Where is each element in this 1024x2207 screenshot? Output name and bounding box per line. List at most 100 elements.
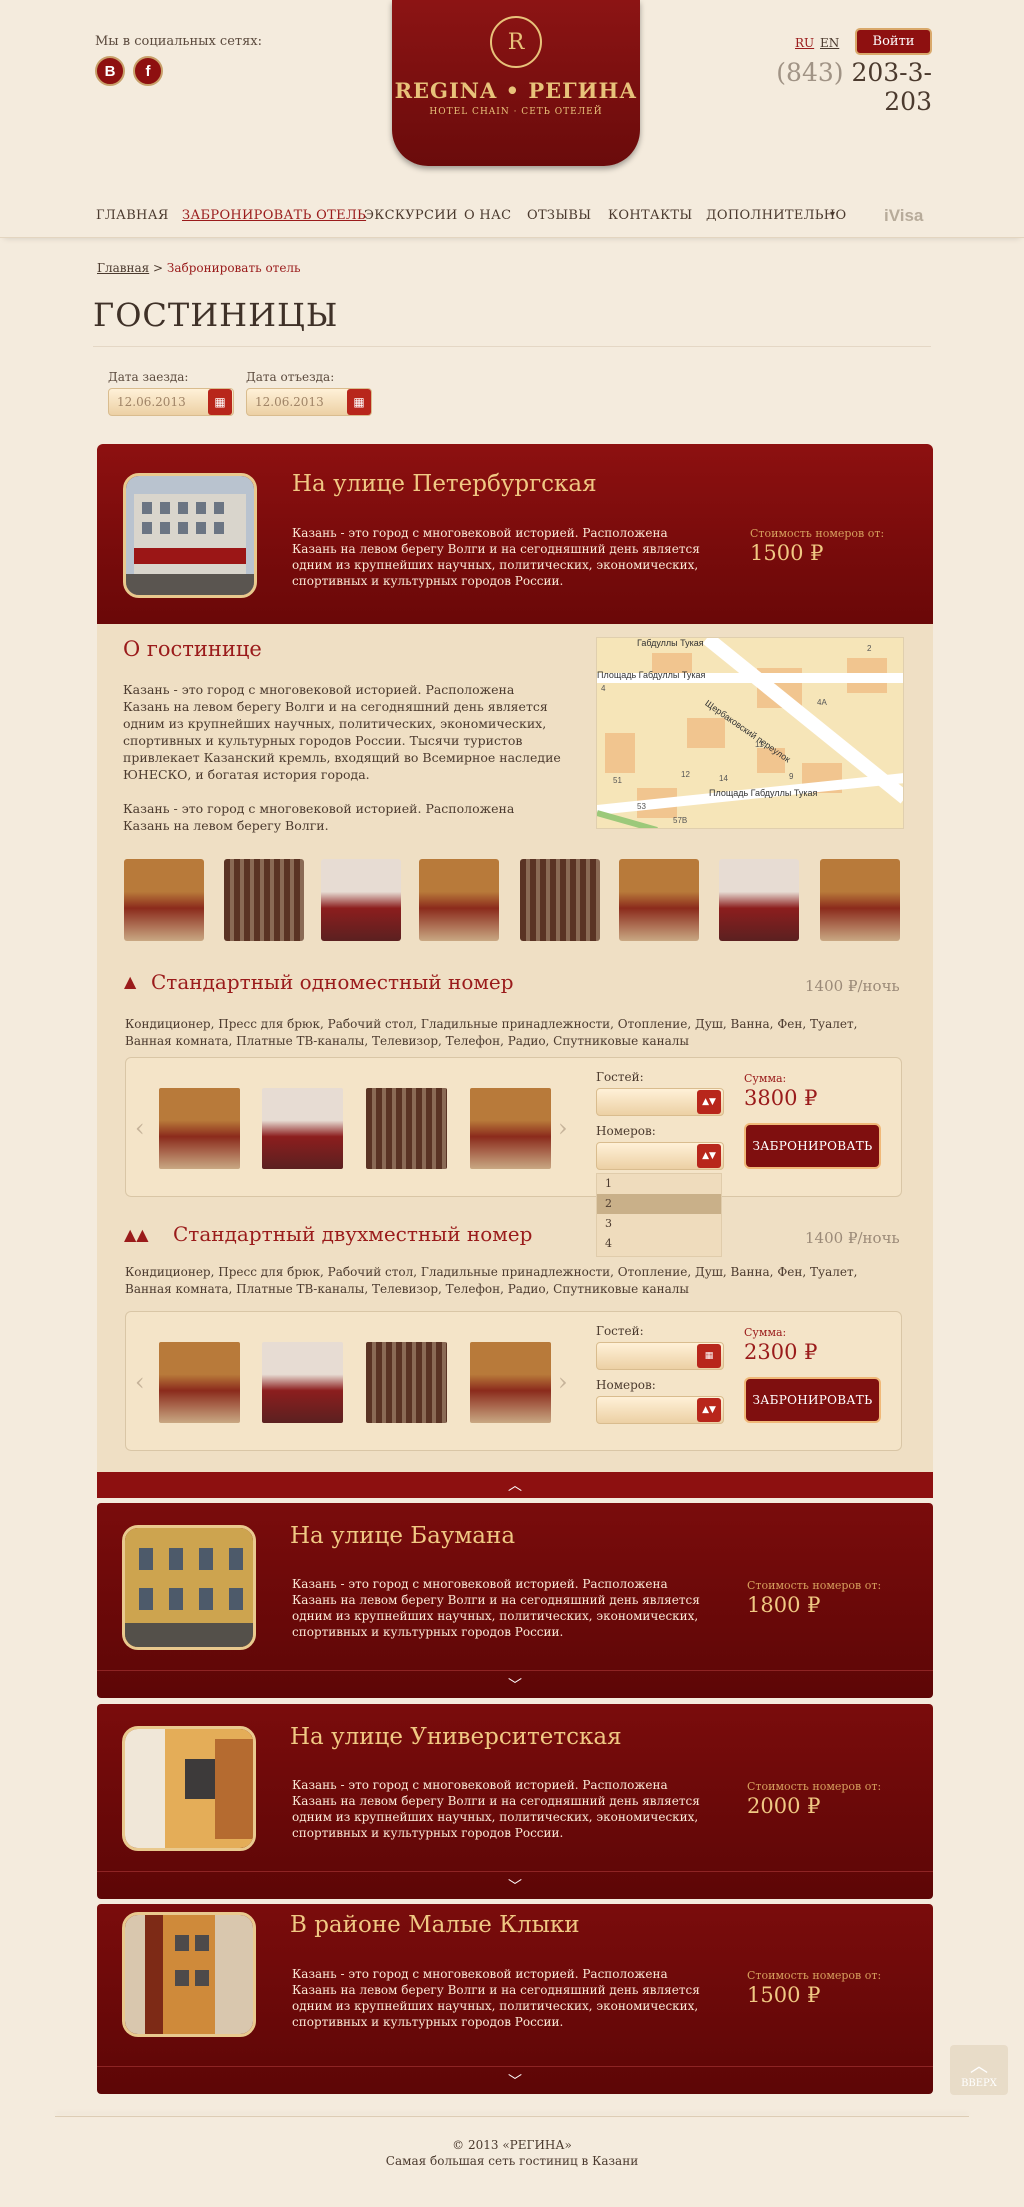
next-arrow-icon[interactable]: ›: [558, 1368, 568, 1396]
gallery-photo[interactable]: [321, 859, 401, 941]
nav-more[interactable]: ДОПОЛНИТЕЛЬНО: [706, 208, 846, 223]
nav-reviews[interactable]: ОТЗЫВЫ: [527, 208, 591, 223]
nav-contacts[interactable]: КОНТАКТЫ: [608, 208, 693, 223]
hotel-photo: [122, 1525, 256, 1650]
rooms-label: Номеров:: [596, 1378, 656, 1392]
map-label-square-top: Площадь Габдуллы Тукая: [597, 670, 706, 680]
chevron-up-icon: ︿: [970, 2055, 988, 2077]
phone: (843) 203-3-203: [750, 58, 932, 116]
chevron-down-icon: ﹀: [508, 1677, 522, 1694]
chevron-down-icon: ﹀: [508, 1878, 522, 1895]
collapse-button[interactable]: ︿: [97, 1472, 933, 1498]
room-title: Стандартный одноместный номер: [151, 970, 514, 994]
logo[interactable]: R REGINA • РЕГИНА HOTEL CHAIN · СЕТЬ ОТЕ…: [392, 0, 640, 166]
hotel-description: Казань - это город с многовековой истори…: [292, 526, 700, 588]
hotel-card[interactable]: В районе Малые Клыки Казань - это город …: [97, 1904, 933, 2094]
hotel-photo: [122, 1726, 256, 1851]
hotel-photo: [123, 473, 257, 598]
room-photo[interactable]: [470, 1088, 551, 1169]
about-title: О гостинице: [123, 637, 262, 661]
hotel-building-image: [125, 1915, 253, 2034]
hotel-price: 1500 ₽: [750, 541, 824, 565]
footer-divider: [55, 2116, 969, 2117]
gallery-photo[interactable]: [124, 859, 204, 941]
book-button[interactable]: ЗАБРОНИРОВАТЬ: [744, 1377, 881, 1423]
calendar-icon[interactable]: ▦: [697, 1344, 721, 1368]
hotel-name[interactable]: В районе Малые Клыки: [290, 1912, 580, 1938]
gallery-photo[interactable]: [224, 859, 304, 941]
vk-icon[interactable]: B: [95, 56, 125, 86]
breadcrumb-home[interactable]: Главная: [97, 261, 149, 275]
social-title: Мы в социальных сетях:: [95, 34, 263, 49]
chevron-down-icon: ▾: [830, 209, 836, 220]
room-photo[interactable]: [366, 1342, 447, 1423]
hotel-card[interactable]: На улице Университетская Казань - это го…: [97, 1704, 933, 1899]
breadcrumb: Главная > Забронировать отель: [97, 261, 301, 275]
select-arrows-icon[interactable]: ▲▼: [697, 1144, 721, 1168]
map-number: 14: [719, 774, 728, 783]
gallery-photo[interactable]: [419, 859, 499, 941]
book-button[interactable]: ЗАБРОНИРОВАТЬ: [744, 1123, 881, 1169]
hotel-building-image: [126, 476, 254, 595]
select-arrows-icon[interactable]: ▲▼: [697, 1398, 721, 1422]
hotel-name[interactable]: На улице Баумана: [290, 1523, 515, 1549]
dropdown-option[interactable]: 1: [597, 1174, 721, 1194]
gallery-photo[interactable]: [520, 859, 600, 941]
room-photo[interactable]: [470, 1342, 551, 1423]
dropdown-option[interactable]: 2: [597, 1194, 721, 1214]
hotel-map[interactable]: Габдуллы Тукая Площадь Габдуллы Тукая Ще…: [596, 637, 904, 829]
lang-ru[interactable]: RU: [795, 36, 814, 50]
guests-label: Гостей:: [596, 1324, 644, 1338]
room-photo[interactable]: [262, 1342, 343, 1423]
back-to-top-button[interactable]: ︿ ВВЕРХ: [950, 2045, 1008, 2095]
visa-logo[interactable]: iVisa: [884, 206, 923, 226]
nav-book-hotel[interactable]: ЗАБРОНИРОВАТЬ ОТЕЛЬ: [182, 208, 366, 223]
phone-number: 203-3-203: [851, 58, 932, 116]
nav-home[interactable]: ГЛАВНАЯ: [96, 208, 169, 223]
expand-button[interactable]: ﹀: [97, 2066, 933, 2094]
room-photo[interactable]: [366, 1088, 447, 1169]
checkout-label: Дата отъезда:: [246, 370, 335, 384]
map-number: 9: [789, 772, 794, 781]
nav-about[interactable]: О НАС: [464, 208, 511, 223]
map-number: 12: [681, 770, 690, 779]
expand-button[interactable]: ﹀: [97, 1670, 933, 1698]
login-button[interactable]: Войти: [855, 28, 932, 55]
two-persons-icon: ▲▲: [124, 1225, 149, 1244]
divider: [93, 346, 931, 347]
footer-copyright: © 2013 «РЕГИНА»: [452, 2138, 572, 2152]
next-arrow-icon[interactable]: ›: [558, 1114, 568, 1142]
select-arrows-icon[interactable]: ▲▼: [697, 1090, 721, 1114]
map-number: 11: [755, 740, 764, 749]
hotel-card[interactable]: На улице Баумана Казань - это город с мн…: [97, 1503, 933, 1698]
prev-arrow-icon[interactable]: ‹: [135, 1368, 145, 1396]
room-photo[interactable]: [262, 1088, 343, 1169]
gallery-photo[interactable]: [619, 859, 699, 941]
guests-label: Гостей:: [596, 1070, 644, 1084]
hotel-photo: [122, 1912, 256, 2037]
room-photo[interactable]: [159, 1342, 240, 1423]
dropdown-option[interactable]: 4: [597, 1234, 721, 1254]
checkin-calendar-icon[interactable]: ▦: [208, 389, 232, 415]
gallery-photo[interactable]: [820, 859, 900, 941]
dropdown-option[interactable]: 3: [597, 1214, 721, 1234]
map-number: 2: [867, 644, 872, 653]
nav-excursions[interactable]: ЭКСКУРСИИ: [364, 208, 457, 223]
hotel-name[interactable]: На улице Университетская: [290, 1724, 622, 1750]
sum-value: 2300 ₽: [744, 1340, 818, 1364]
gallery-photo[interactable]: [719, 859, 799, 941]
main-nav: ГЛАВНАЯ ЗАБРОНИРОВАТЬ ОТЕЛЬ ЭКСКУРСИИ О …: [0, 198, 1024, 238]
lang-en[interactable]: EN: [820, 36, 839, 50]
checkout-calendar-icon[interactable]: ▦: [347, 389, 371, 415]
room-photo[interactable]: [159, 1088, 240, 1169]
prev-arrow-icon[interactable]: ‹: [135, 1114, 145, 1142]
expand-button[interactable]: ﹀: [97, 1871, 933, 1899]
breadcrumb-separator: >: [149, 261, 167, 275]
hotel-name[interactable]: На улице Петербургская: [292, 471, 597, 497]
room-title: Стандартный двухместный номер: [173, 1222, 533, 1246]
facebook-icon[interactable]: f: [133, 56, 163, 86]
back-to-top-label: ВВЕРХ: [961, 2077, 997, 2089]
phone-code: (843): [776, 58, 844, 87]
hotel-description: Казань - это город с многовековой истори…: [292, 1778, 700, 1840]
room-price: 1400 ₽/ночь: [805, 1229, 900, 1247]
